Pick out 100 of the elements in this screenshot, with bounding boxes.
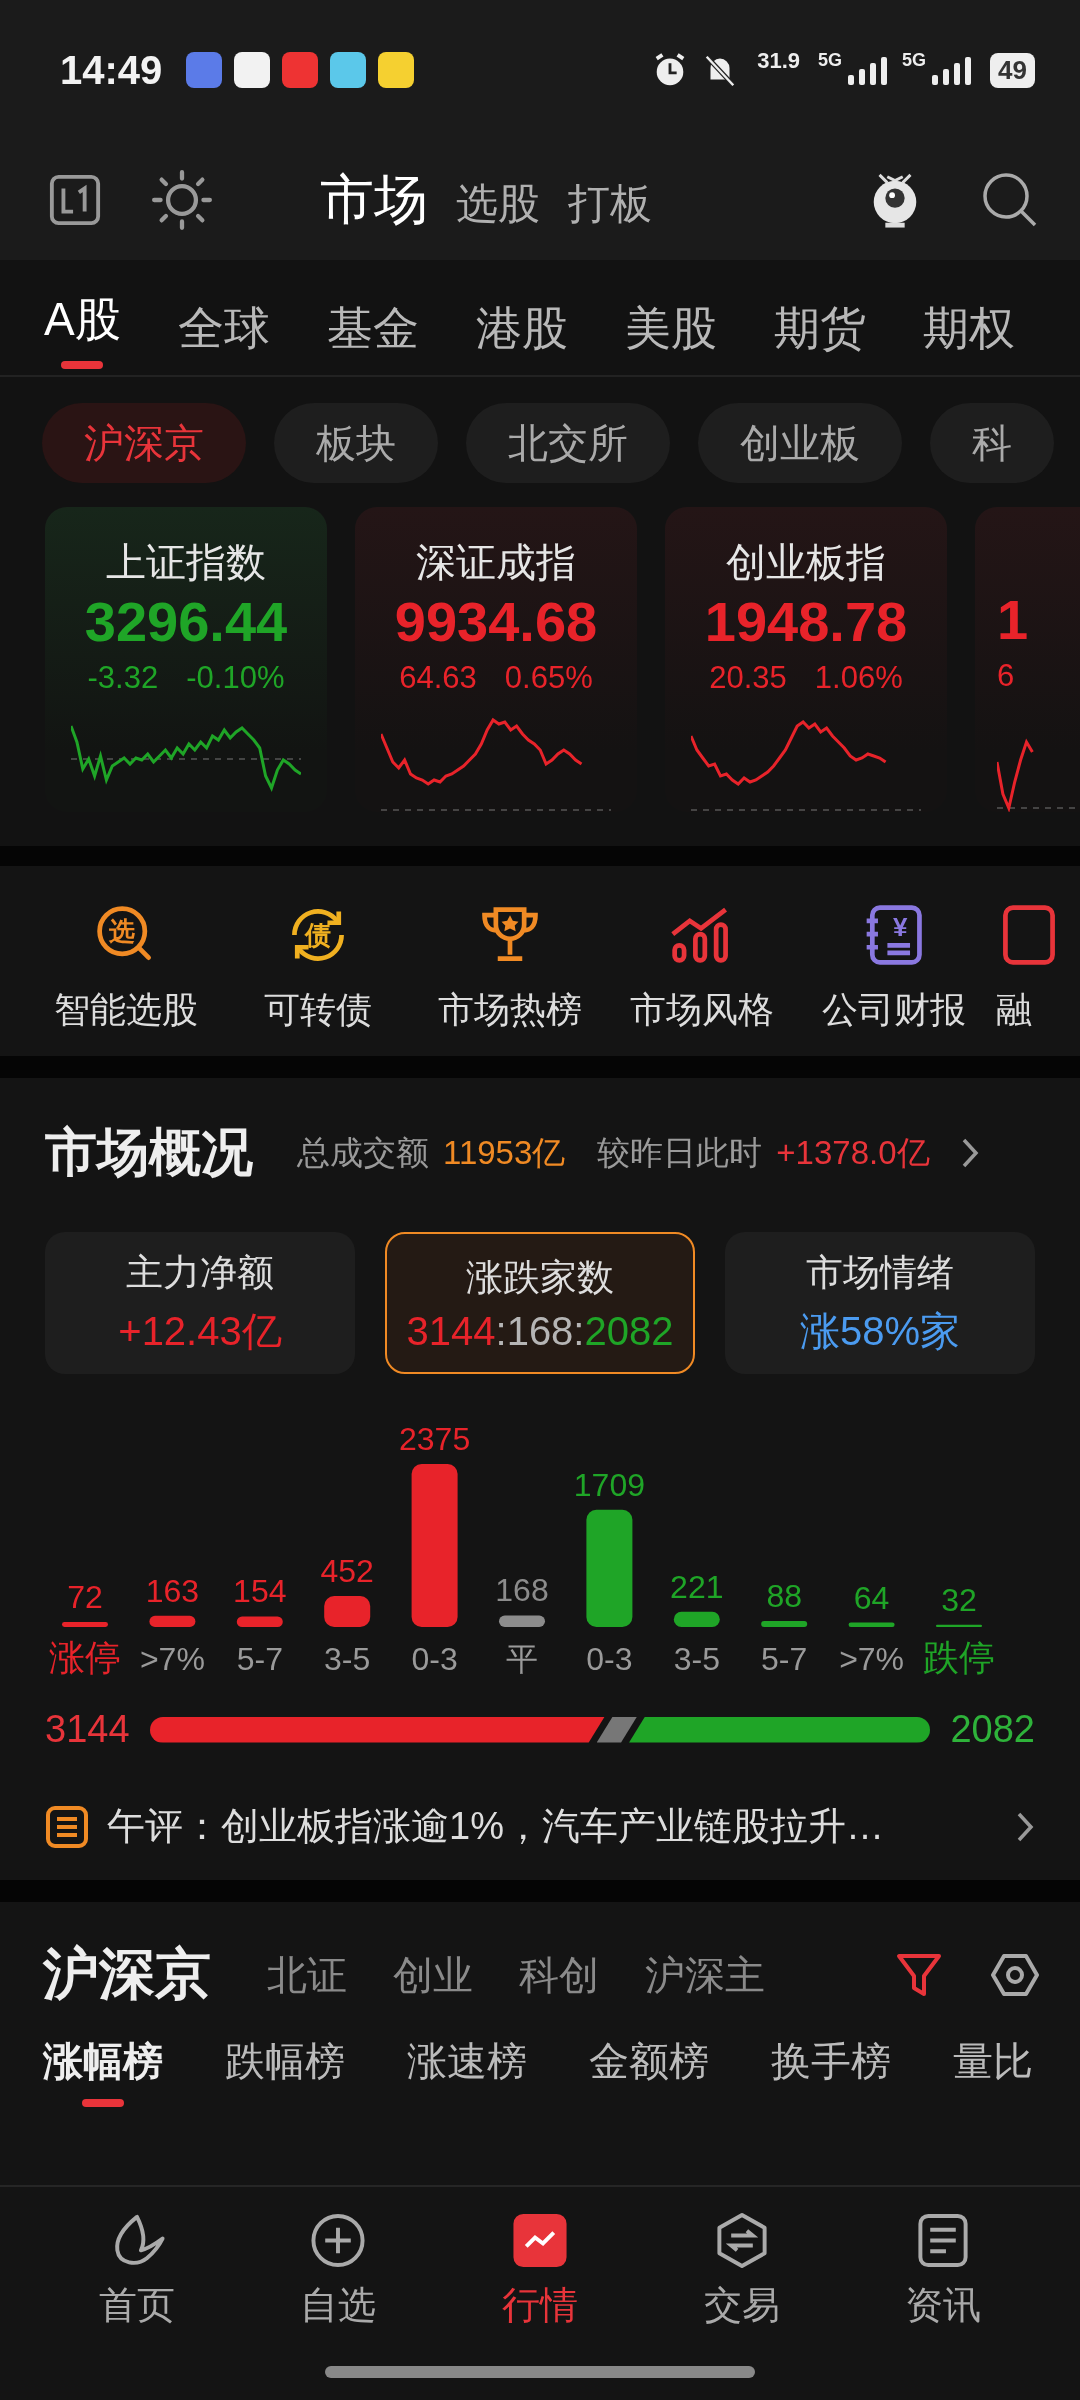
shortcut-label[interactable]: 可转债	[264, 986, 372, 1035]
header-tab[interactable]: 打板	[568, 175, 652, 232]
index-value: 1	[997, 587, 1029, 652]
bottom-nav-item[interactable]: 资讯	[905, 2211, 982, 2331]
chart-bar	[499, 1615, 545, 1627]
bar-category-label: 0-3	[586, 1641, 633, 1677]
ranking-tab[interactable]: 金额榜	[589, 2034, 709, 2107]
exchange-chip[interactable]: 创业板	[698, 403, 902, 483]
bar-value-label: 88	[766, 1577, 802, 1614]
market-category-tab[interactable]: 基金	[326, 275, 419, 360]
index-value: 9934.68	[394, 589, 598, 654]
bar-category-label: 0-3	[411, 1641, 458, 1677]
stat-card[interactable]: 市场情绪 涨58%家	[725, 1232, 1035, 1374]
market-category-tab[interactable]: 港股	[475, 275, 568, 360]
market-category-tab[interactable]: A股	[44, 266, 121, 369]
index-change: 64.63	[399, 660, 477, 696]
board-tab[interactable]: 沪深京	[43, 1937, 211, 2013]
stat-label: 涨跌家数	[466, 1255, 614, 1300]
app-notification-icon	[282, 52, 319, 88]
compare-label: 较昨日此时	[597, 1132, 763, 1173]
icon-glyph: 选	[109, 918, 135, 944]
bar-category-label: 平	[506, 1641, 538, 1677]
header-tab[interactable]: 市场	[320, 163, 428, 237]
index-card[interactable]: 深证成指 9934.68 64.63 0.65%	[355, 507, 637, 812]
stat-label: 主力净额	[126, 1250, 274, 1295]
header-tab[interactable]: 选股	[456, 175, 540, 232]
unchanged-bar	[596, 1716, 638, 1743]
exchange-chip[interactable]: 北交所	[466, 403, 670, 483]
app-notification-icon	[378, 52, 415, 88]
bottom-nav-item[interactable]: 行情	[502, 2211, 578, 2331]
exchange-chip[interactable]: 科	[930, 403, 1054, 483]
bar-category-label: >7%	[839, 1641, 905, 1677]
app-notification-icon	[330, 52, 367, 88]
advancers-count: 3144	[45, 1708, 130, 1751]
index-name: 深证成指	[416, 539, 576, 585]
compare-value: +1378.0亿	[776, 1132, 930, 1173]
shortcut-label[interactable]: 市场风格	[630, 986, 774, 1035]
index-card[interactable]: 1 6	[975, 507, 1080, 812]
chart-bar	[848, 1622, 895, 1627]
market-category-tab[interactable]: 期货	[773, 275, 866, 360]
board-tab[interactable]: 北证	[267, 1947, 347, 2003]
exchange-chip[interactable]: 板块	[274, 403, 438, 483]
index-name: 上证指数	[106, 539, 266, 585]
ranking-tab[interactable]: 涨幅榜	[43, 2034, 163, 2107]
index-change: 6	[997, 658, 1015, 694]
ranking-tab[interactable]: 换手榜	[771, 2034, 891, 2107]
chart-bar	[236, 1616, 283, 1627]
network-type: 5G	[818, 50, 843, 71]
exchange-chip[interactable]: 沪深京	[42, 403, 246, 483]
bar-value-label: 221	[670, 1568, 724, 1605]
shortcut-label[interactable]: 公司财报	[822, 986, 966, 1035]
bar-value-label: 64	[853, 1579, 890, 1616]
chart-bar	[324, 1596, 371, 1627]
stat-value: +12.43亿	[118, 1307, 282, 1355]
board-tab[interactable]: 沪深主	[645, 1947, 765, 2003]
trend-chart-icon	[510, 2211, 570, 2270]
market-category-tab[interactable]: 期权	[922, 275, 1015, 360]
icon-glyph: ¥	[893, 914, 908, 940]
bottom-nav-item[interactable]: 交易	[703, 2211, 780, 2331]
stat-label: 市场情绪	[806, 1250, 954, 1295]
bar-value-label: 163	[145, 1572, 200, 1609]
ranking-tab[interactable]: 量比	[953, 2034, 1033, 2107]
bar-value-label: 154	[233, 1573, 287, 1610]
index-value: 1948.78	[704, 589, 908, 654]
network-type: 5G	[902, 50, 927, 71]
bar-value-label: 32	[941, 1581, 977, 1618]
turnover-value: 11953亿	[443, 1132, 566, 1173]
index-change: 20.35	[709, 660, 787, 696]
bar-category-label: 5-7	[761, 1641, 808, 1677]
board-tab[interactable]: 创业	[393, 1947, 473, 2003]
bar-category-label: 3-5	[324, 1641, 371, 1677]
chart-bar	[62, 1622, 108, 1627]
index-value: 3296.44	[84, 589, 288, 654]
stat-card[interactable]: 涨跌家数 3144:168:2082	[385, 1232, 695, 1374]
index-card[interactable]: 创业板指 1948.78 20.35 1.06%	[665, 507, 947, 812]
ranking-tab[interactable]: 跌幅榜	[225, 2034, 345, 2107]
app-notification-icon	[186, 52, 223, 88]
bar-category-label: 跌停	[923, 1637, 995, 1678]
bar-value-label: 72	[67, 1579, 103, 1616]
bottom-nav-item[interactable]: 自选	[300, 2211, 377, 2331]
app-notification-icon	[234, 52, 271, 88]
shortcut-label[interactable]: 市场热榜	[438, 986, 582, 1035]
commentary-headline[interactable]: 午评：创业板指涨逾1%，汽车产业链股拉升…	[107, 1801, 981, 1852]
status-time: 14:49	[60, 47, 163, 93]
chart-bar	[149, 1615, 196, 1627]
board-tab[interactable]: 科创	[519, 1947, 599, 2003]
chart-bar	[761, 1620, 808, 1627]
shortcut-label[interactable]: 融	[996, 986, 1032, 1035]
brightness-icon[interactable]	[152, 170, 212, 230]
bottom-nav-item[interactable]: 首页	[98, 2211, 175, 2331]
bar-category-label: 3-5	[673, 1641, 720, 1677]
ranking-tab[interactable]: 涨速榜	[407, 2034, 527, 2107]
market-category-tab[interactable]: 全球	[177, 275, 270, 360]
index-change-percent: 0.65%	[504, 660, 593, 696]
level-one-icon[interactable]	[48, 173, 102, 227]
stat-value: 3144:168:2082	[406, 1308, 674, 1354]
index-change-percent: 1.06%	[814, 660, 903, 696]
market-category-tab[interactable]: 美股	[624, 275, 717, 360]
shortcut-label[interactable]: 智能选股	[54, 986, 198, 1035]
stat-card[interactable]: 主力净额 +12.43亿	[45, 1232, 355, 1374]
